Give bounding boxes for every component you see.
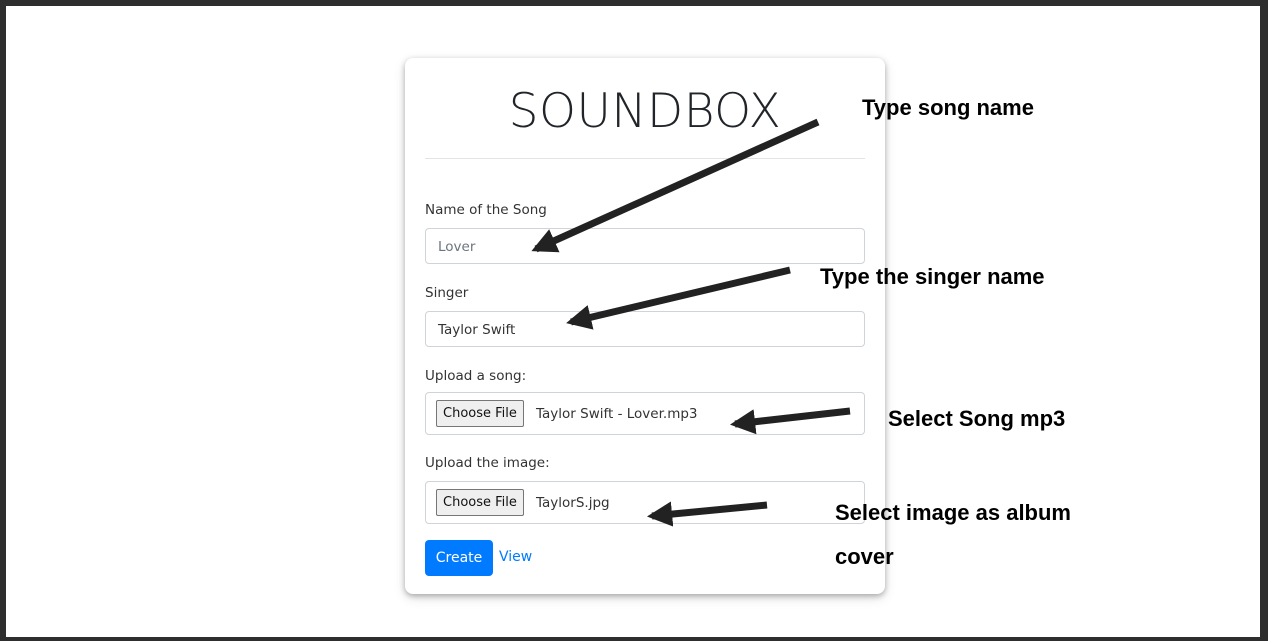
annotation-type-singer-name: Type the singer name xyxy=(820,264,1045,289)
annotation-select-image-line1: Select image as album xyxy=(835,500,1071,525)
arrow-to-singer xyxy=(566,266,791,330)
annotation-arrows xyxy=(531,118,851,527)
annotation-select-image-line2: cover xyxy=(835,544,894,569)
arrow-to-image-file xyxy=(646,501,768,527)
annotation-select-song-mp3: Select Song mp3 xyxy=(888,406,1066,431)
arrow-to-song-name xyxy=(531,118,820,253)
arrow-to-song-file xyxy=(729,407,851,435)
annotation-type-song-name: Type song name xyxy=(862,95,1034,120)
